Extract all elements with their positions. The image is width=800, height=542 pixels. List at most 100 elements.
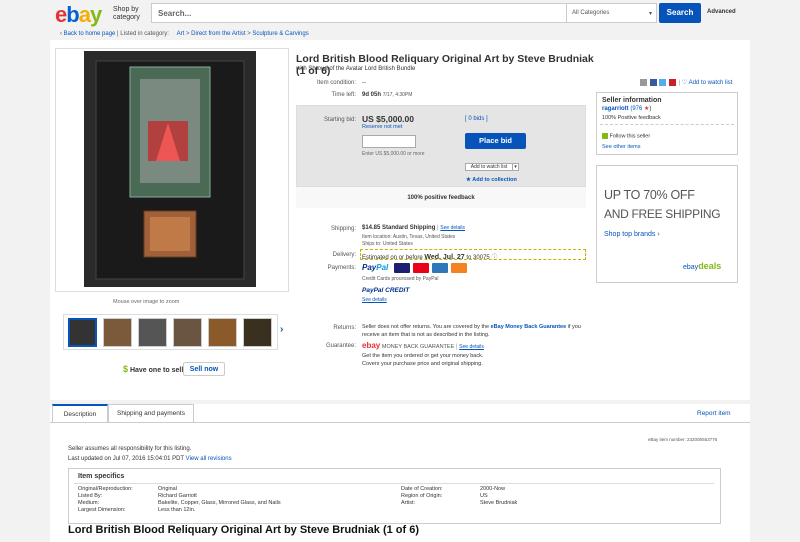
reserve-not-met-link[interactable]: Reserve not met [362,124,402,130]
report-item-link[interactable]: Report item [697,410,731,417]
returns-text: Seller does not offer returns. You are c… [362,324,581,338]
listed-in-label: Listed in category: [120,31,169,37]
payments-see-details-link[interactable]: See details [362,297,387,303]
divider [600,124,734,125]
mastercard-icon [413,263,430,274]
payments-label: Payments: [327,265,356,271]
visa-icon [394,263,411,274]
sell-now-button[interactable]: Sell now [183,362,225,376]
thumbnail[interactable] [208,318,237,347]
ebay-logo[interactable]: ebay [55,2,102,28]
watch-list-dropdown[interactable]: ▾ [513,163,519,171]
responsibility-note: Seller assumes all responsibility for th… [68,446,192,452]
seller-feedback: 100% Positive feedback [602,115,661,121]
see-other-items-link[interactable]: See other items [602,144,641,150]
star-icon: ★ [466,177,471,183]
email-icon[interactable] [640,79,647,86]
shipping-label: Shipping: [330,226,356,232]
shop-by-category-button[interactable]: Shop by category [113,6,147,22]
guarantee-see-details-link[interactable]: See details [459,344,484,350]
plus-icon [602,133,608,139]
condition-label: Item condition: [316,80,356,86]
specifics-left-values: Original Richard Garriott Bakelite, Copp… [158,486,281,513]
info-icon[interactable]: ⓘ [491,255,497,261]
heart-icon: ♡ [681,80,688,87]
delivery-label: Delivery: [332,252,356,258]
chevron-down-icon: ▾ [514,164,517,170]
money-back-link[interactable]: eBay Money Back [491,324,538,330]
thumbnail[interactable] [173,318,202,347]
back-arrow-icon: ‹ [60,31,62,37]
category-select[interactable]: All Categories ▾ [567,3,657,23]
positive-feedback-strip: 100% positive feedback [296,186,586,208]
discover-icon [451,263,468,274]
ad-headline: UP TO 70% OFF [604,188,695,202]
shipping-see-details-link[interactable]: See details [440,225,465,231]
guarantee-line-1: Get the item you ordered or get your mon… [362,353,484,359]
item-number: eBay item number: 232005553776 [648,437,718,442]
specifics-right-keys: Date of Creation: Region of Origin: Arti… [401,486,443,506]
search-button[interactable]: Search [659,3,701,23]
paypal-logo: PayPal [362,263,389,272]
item-subtitle: with Shroud of the Avatar Lord British B… [296,66,416,72]
thumbnail[interactable] [68,318,97,347]
seller-name: ragarriott (976 ★) [602,106,652,112]
thumbnail[interactable] [138,318,167,347]
ships-to: Ships to: United States [362,241,413,247]
seller-name-link[interactable]: ragarriott [602,106,629,112]
thumbnail[interactable] [243,318,272,347]
tab-divider [50,422,750,423]
thumbnail-strip [63,314,278,350]
next-thumbnails-icon[interactable]: › [280,324,283,335]
breadcrumb-direct-from-artist[interactable]: Direct from the Artist [191,31,245,37]
ad-subline: AND FREE SHIPPING [604,207,721,221]
tab-description[interactable]: Description [52,404,108,422]
time-left-value: 9d 05h 7/17, 4:30PM [362,92,413,98]
have-one-to-sell: $ Have one to sell? [123,364,188,374]
shop-top-brands-link[interactable]: Shop top brands › [604,231,660,238]
chevron-right-icon: › [657,231,660,238]
place-bid-button[interactable]: Place bid [465,133,526,149]
guarantee-label: Guarantee: [325,343,356,349]
description-title: Lord British Blood Reliquary Original Ar… [68,524,420,536]
twitter-icon[interactable] [659,79,667,86]
payment-methods: PayPal [362,263,468,274]
add-to-collection-link[interactable]: ★ Add to collection [466,177,517,183]
divider [74,483,714,484]
add-to-watch-list-button[interactable]: Add to watch list [465,163,513,171]
ebay-deals-logo: ebaydeals [683,261,722,271]
breadcrumb-sculpture[interactable]: Sculpture & Carvings [252,31,308,37]
amex-icon [432,263,449,274]
returns-label: Returns: [333,325,356,331]
time-left-label: Time left: [331,92,356,98]
breadcrumb-art[interactable]: Art [177,31,185,37]
pinterest-icon[interactable] [669,79,677,86]
bids-count-link[interactable]: [ 0 bids ] [465,116,488,122]
shipping-value: $14.85 Standard Shipping | See details [362,225,466,231]
thumbnail[interactable] [103,318,132,347]
item-main-image[interactable] [84,51,256,287]
starting-bid-label: Starting bid: [323,117,356,123]
item-title: Lord British Blood Reliquary Original Ar… [296,53,594,77]
facebook-icon[interactable] [649,79,657,86]
delivery-value: Estimated on or before Wed. Jul. 27 to 3… [362,254,498,261]
credit-cards-note: Credit Cards processed by PayPal [362,276,439,282]
back-to-home-link[interactable]: Back to home page [64,31,116,37]
paypal-credit-logo: PayPal CREDIT [362,287,410,294]
zoom-hint: Mouse over image to zoom [113,299,180,305]
bid-amount-input[interactable] [362,135,416,148]
specifics-left-keys: Original/Reproduction: Listed By: Medium… [78,486,133,513]
dollar-icon: $ [123,364,129,374]
follow-seller[interactable]: Follow this seller [602,133,650,139]
item-specifics-heading: Item specifics [78,473,125,480]
advanced-search-link[interactable]: Advanced [707,9,736,15]
money-back-guarantee-logo: ebay MONEY BACK GUARANTEE | See details [362,341,484,350]
guarantee-link[interactable]: Guarantee [539,324,566,330]
view-revisions-link[interactable]: View all revisions [186,456,232,462]
tab-shipping-payments[interactable]: Shipping and payments [108,404,194,422]
chevron-down-icon: ▾ [648,11,652,17]
item-location: Item location: Austin, Texas, United Sta… [362,234,456,240]
add-to-watch-list-link[interactable]: Add to watch list [689,80,733,86]
breadcrumb: ‹ Back to home page | Listed in category… [60,31,309,37]
search-input[interactable]: Search... [151,3,567,23]
